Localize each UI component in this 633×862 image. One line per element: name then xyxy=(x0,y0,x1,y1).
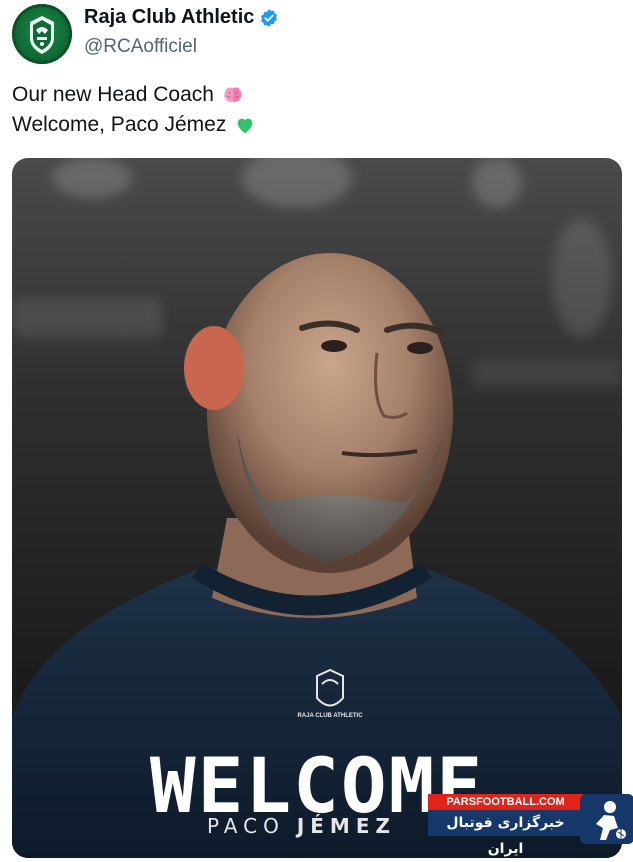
coach-name: PACO JÉMEZ xyxy=(207,814,396,838)
verified-badge-icon xyxy=(261,8,278,27)
watermark-tagline: خبرگزاری فوتبال ایران xyxy=(428,810,583,857)
coach-first-name: PACO xyxy=(207,814,285,838)
tweet-media-image[interactable]: RAJA CLUB ATHLETIC WELCOME PACO JÉMEZ xyxy=(12,158,622,858)
coach-last-name: JÉMEZ xyxy=(296,814,396,838)
tweet-header: Raja Club Athletic @RCAofficiel xyxy=(12,4,279,64)
watermark-site: PARSFOOTBALL.COM xyxy=(428,794,583,810)
shirt-crest-text: RAJA CLUB ATHLETIC xyxy=(297,713,363,719)
author-display-name[interactable]: Raja Club Athletic xyxy=(84,4,254,30)
green-heart-icon xyxy=(238,118,253,134)
parsfootball-logo-icon xyxy=(580,794,633,844)
brain-icon xyxy=(224,87,242,103)
raja-crest-icon xyxy=(30,16,54,54)
tweet-line-2-text: Welcome, Paco Jémez xyxy=(12,113,227,136)
author-handle[interactable]: @RCAofficiel xyxy=(84,35,279,59)
tweet-text: Our new Head Coach Welcome, Paco Jémez xyxy=(12,80,256,140)
tweet-line-1: Our new Head Coach xyxy=(12,80,256,110)
parsfootball-watermark: PARSFOOTBALL.COM خبرگزاری فوتبال ایران xyxy=(428,794,633,857)
tweet-line-2: Welcome, Paco Jémez xyxy=(12,110,256,140)
author-avatar[interactable] xyxy=(12,4,72,64)
tweet-line-1-text: Our new Head Coach xyxy=(12,83,214,106)
